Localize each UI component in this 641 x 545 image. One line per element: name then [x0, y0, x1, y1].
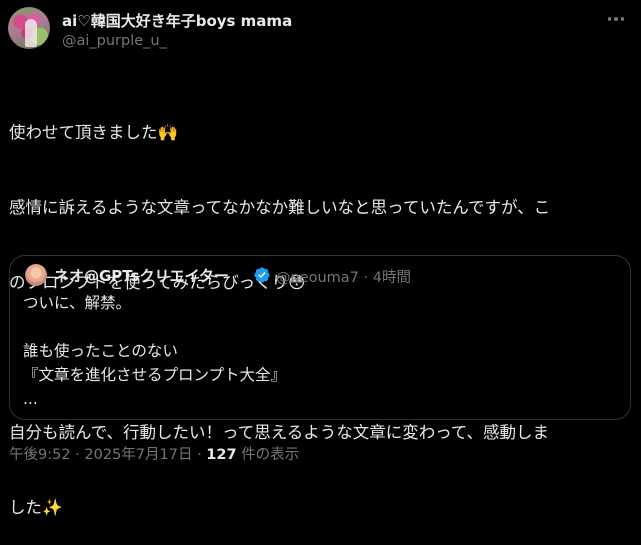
quoted-time[interactable]: 4時間 — [373, 270, 411, 286]
meta-separator: · — [75, 447, 80, 463]
views-label: 件の表示 — [241, 447, 300, 463]
author-avatar[interactable] — [8, 7, 50, 49]
verified-badge-icon — [254, 267, 270, 283]
tweet-time: 午後9:52 — [9, 447, 71, 463]
quoted-tweet-text: ついに、解禁。 誰も使ったことのない 『文章を進化させるプロンプト大全』 ... — [23, 291, 286, 411]
quoted-line: ... — [23, 390, 38, 408]
quoted-line — [23, 315, 286, 339]
views-count: 127 — [206, 447, 237, 463]
more-options-icon[interactable] — [605, 8, 627, 30]
quoted-handle-and-time: @neouma7 · 4時間 — [276, 266, 411, 287]
tweet-date: 2025年7月17日 — [84, 447, 193, 463]
tweet-timestamp[interactable]: 午後9:52 · 2025年7月17日 — [9, 447, 192, 463]
quoted-line: 『文章を進化させるプロンプト大全』 — [23, 366, 287, 384]
meta-separator: · — [197, 447, 202, 463]
quoted-tweet-card[interactable]: ネオ@GPTsクリエイター @neouma7 · 4時間 ついに、解禁。 誰も使… — [9, 255, 631, 420]
quoted-line: ついに、解禁。 — [23, 294, 132, 312]
quoted-author-avatar[interactable] — [25, 264, 47, 286]
quoted-handle[interactable]: @neouma7 — [276, 270, 359, 286]
quoted-separator: · — [363, 270, 369, 286]
tweet-line: 使わせて頂きました🙌 — [9, 123, 179, 142]
tweet-line: した✨ — [9, 498, 63, 517]
author-handle[interactable]: @ai_purple_u_ — [62, 33, 167, 49]
quoted-line: 誰も使ったことのない — [23, 342, 178, 360]
quoted-author-display-name[interactable]: ネオ@GPTsクリエイター — [54, 265, 229, 286]
author-display-name[interactable]: ai♡韓国大好き年子boys mama — [62, 10, 292, 31]
tweet-meta: 午後9:52 · 2025年7月17日 · 127 件の表示 — [9, 443, 299, 464]
tweet-line: 感情に訴えるような文章ってなかなか難しいなと思っていたんですが、こ — [9, 198, 551, 217]
tweet-line: 自分も読んで、行動したい！って思えるような文章に変わって、感動しま — [9, 423, 550, 442]
